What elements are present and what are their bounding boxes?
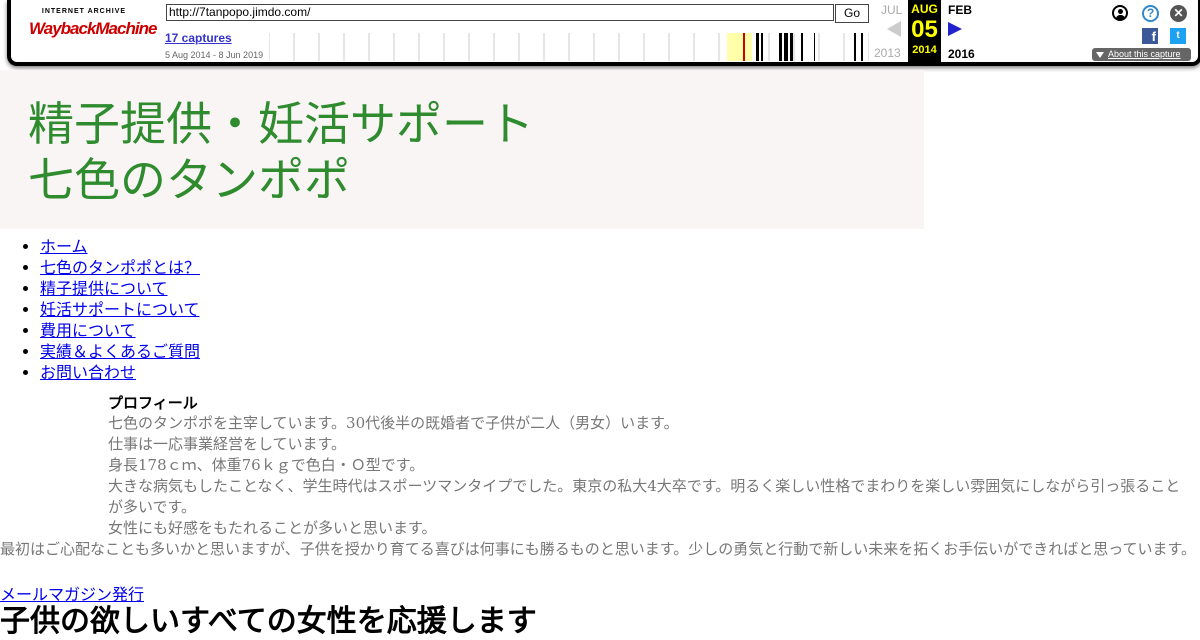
logo-main-text: WaybackMachine xyxy=(29,19,157,38)
site-header: 精子提供・妊活サポート 七色のタンポポ xyxy=(0,70,924,229)
main-heading: 子供の欲しいすべての女性を応援します xyxy=(0,604,537,639)
nav-link-faq[interactable]: 実績＆よくあるご質問 xyxy=(40,342,200,361)
nav-item-donation: 精子提供について xyxy=(40,278,200,299)
current-month: AUG xyxy=(911,2,938,16)
url-input[interactable]: http://7tanpopo.jimdo.com/ xyxy=(166,4,834,21)
dropdown-triangle-icon xyxy=(1096,51,1104,58)
profile-line: 大きな病気もしたことなく、学生時代はスポーツマンタイプでした。東京の私大4大卒で… xyxy=(108,477,1181,516)
profile-line: 女性にも好感をもたれることが多いと思います。 xyxy=(108,519,437,537)
help-icon[interactable]: ? xyxy=(1142,5,1159,22)
nav-link-contact[interactable]: お問い合わせ xyxy=(40,363,136,382)
capture-sparkline[interactable] xyxy=(269,33,869,61)
nav-link-donation[interactable]: 精子提供について xyxy=(40,279,168,298)
current-day: 05 xyxy=(911,16,938,43)
prev-year[interactable]: 2013 xyxy=(874,46,901,60)
prev-month[interactable]: JUL xyxy=(881,3,902,17)
site-title[interactable]: 精子提供・妊活サポート 七色のタンポポ xyxy=(28,96,534,208)
profile-line: 仕事は一応事業経営をしています。 xyxy=(108,435,347,453)
nav-item-contact: お問い合わせ xyxy=(40,362,200,383)
nav-item-support: 妊活サポートについて xyxy=(40,299,200,320)
mail-magazine-link[interactable]: メールマガジン発行 xyxy=(0,581,144,605)
about-capture-button[interactable]: About this capture xyxy=(1092,48,1191,61)
nav-item-about: 七色のタンポポとは？ xyxy=(40,257,200,278)
nav-item-faq: 実績＆よくあるご質問 xyxy=(40,341,200,362)
wayback-toolbar: INTERNET ARCHIVE WaybackMachine http://7… xyxy=(0,0,1200,70)
go-button[interactable]: Go xyxy=(835,4,869,23)
intro-paragraph: 最初はご心配なことも多いかと思いますが、子供を授かり育てる喜びは何事にも勝るもの… xyxy=(0,540,1196,558)
profile-line: 七色のタンポポを主宰しています。30代後半の既婚者で子供が二人（男女）います。 xyxy=(108,414,679,432)
site-title-line1: 精子提供・妊活サポート xyxy=(28,97,534,151)
close-icon[interactable]: ✕ xyxy=(1170,5,1187,22)
about-capture-label: About this capture xyxy=(1108,49,1181,59)
profile-section: プロフィール 七色のタンポポを主宰しています。30代後半の既婚者で子供が二人（男… xyxy=(108,392,1193,539)
capture-bars xyxy=(743,33,863,61)
profile-heading: プロフィール xyxy=(108,394,198,412)
facebook-icon[interactable]: f xyxy=(1142,28,1158,44)
nav-item-fees: 費用について xyxy=(40,320,200,341)
next-month[interactable]: FEB xyxy=(948,3,972,17)
logo-top-text: INTERNET ARCHIVE xyxy=(41,8,127,15)
nav-link-home[interactable]: ホーム xyxy=(40,237,88,256)
nav-item-home: ホーム xyxy=(40,236,200,257)
next-arrow-icon[interactable] xyxy=(948,22,962,36)
capture-range: 5 Aug 2014 - 8 Jun 2019 xyxy=(165,50,264,60)
profile-line: 身長178ｃｍ、体重76ｋｇで色白・Ｏ型です。 xyxy=(108,456,425,474)
current-year-highlight xyxy=(727,33,752,61)
wayback-logo[interactable]: INTERNET ARCHIVE WaybackMachine xyxy=(29,8,157,48)
current-year: 2014 xyxy=(912,44,937,56)
wayback-toolbar-panel: INTERNET ARCHIVE WaybackMachine http://7… xyxy=(7,0,1200,66)
nav-link-fees[interactable]: 費用について xyxy=(40,321,136,340)
nav-link-support[interactable]: 妊活サポートについて xyxy=(40,300,200,319)
prev-arrow-icon[interactable] xyxy=(887,21,901,37)
main-nav: ホーム 七色のタンポポとは？ 精子提供について 妊活サポートについて 費用につい… xyxy=(0,236,200,383)
current-capture-date: AUG 05 2014 xyxy=(908,0,941,62)
nav-link-about[interactable]: 七色のタンポポとは？ xyxy=(40,258,200,277)
next-year[interactable]: 2016 xyxy=(948,47,975,61)
twitter-icon[interactable]: t xyxy=(1170,28,1186,44)
user-icon[interactable] xyxy=(1112,5,1128,21)
captures-link[interactable]: 17 captures xyxy=(165,31,232,45)
site-title-line2: 七色のタンポポ xyxy=(28,153,350,207)
